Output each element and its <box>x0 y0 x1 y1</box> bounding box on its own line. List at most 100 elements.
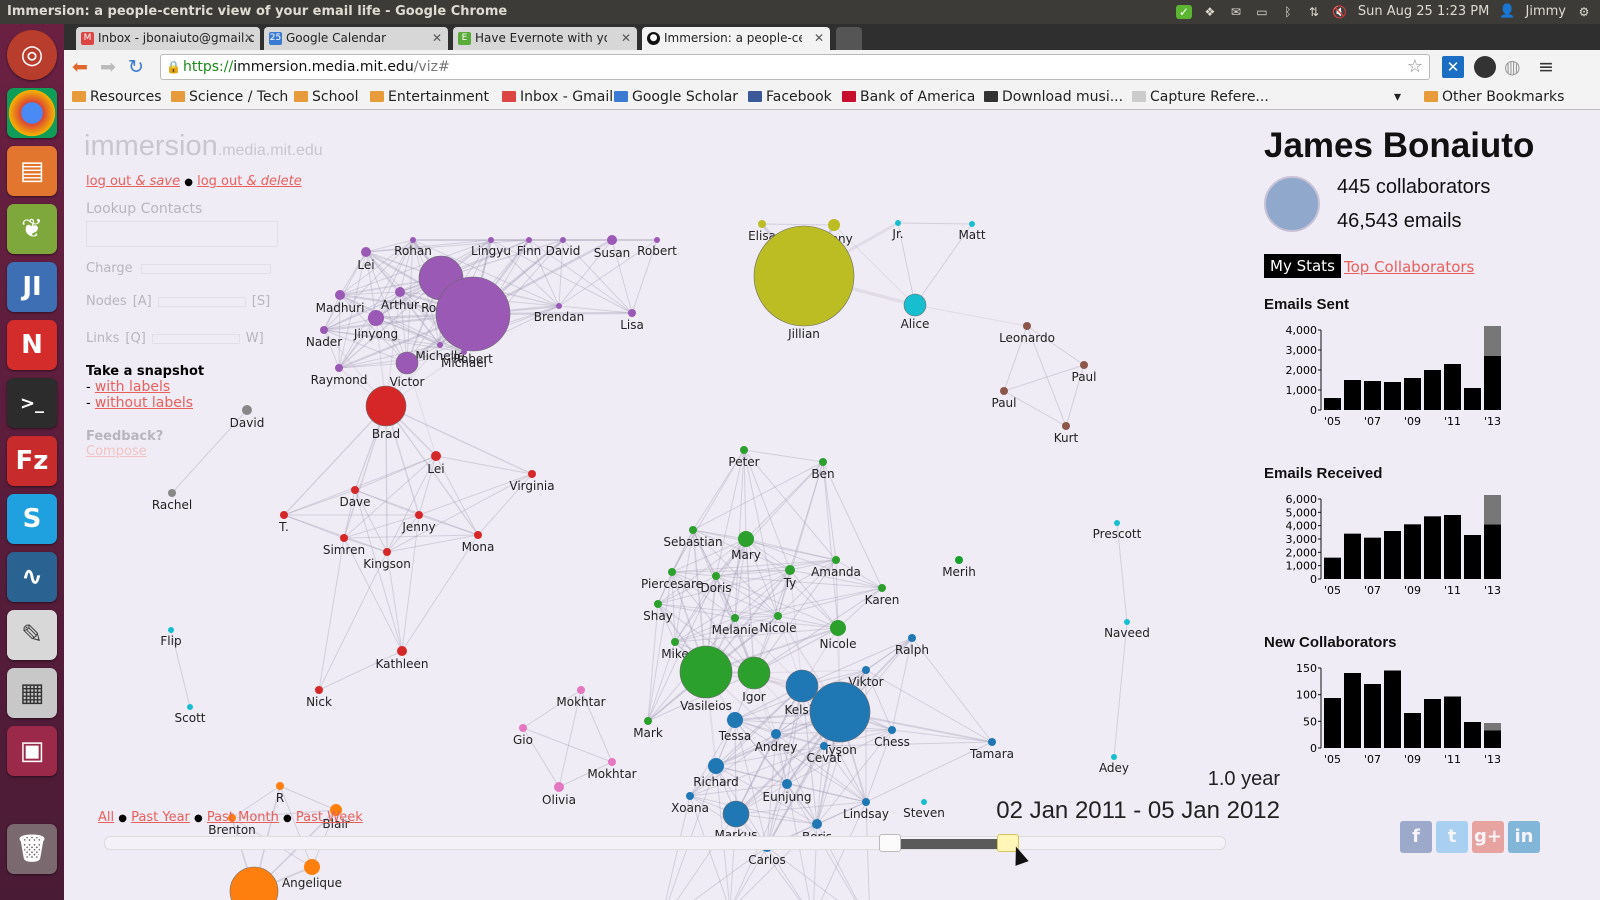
snapshot-with-labels-link[interactable]: with labels <box>95 379 170 395</box>
bar[interactable] <box>1424 370 1441 410</box>
bookmark-facebook[interactable]: Facebook <box>748 87 832 107</box>
tab-evernote[interactable]: E Have Evernote with you, a ✕ <box>453 27 637 50</box>
contact-node[interactable] <box>1111 754 1117 760</box>
mail-icon[interactable]: ✉ <box>1228 5 1244 19</box>
bar[interactable] <box>1404 524 1421 579</box>
close-icon[interactable]: ✕ <box>244 27 254 50</box>
contact-node[interactable] <box>689 526 697 534</box>
contact-node[interactable] <box>187 704 193 710</box>
contact-node[interactable] <box>1000 387 1008 395</box>
contact-node[interactable] <box>908 634 916 642</box>
bookmarks-overflow-icon[interactable]: ▾ <box>1394 87 1401 107</box>
other-bookmarks[interactable]: Other Bookmarks <box>1424 87 1564 107</box>
contact-node[interactable] <box>758 220 766 228</box>
bar[interactable] <box>1444 696 1461 749</box>
contact-node[interactable] <box>368 310 384 326</box>
contact-node[interactable] <box>437 342 443 348</box>
contact-node[interactable] <box>229 866 279 900</box>
contact-node[interactable] <box>556 303 562 309</box>
bar[interactable] <box>1364 684 1381 748</box>
new-tab-button[interactable] <box>836 27 862 50</box>
contact-node[interactable] <box>304 859 320 875</box>
contact-node[interactable] <box>415 511 423 519</box>
contact-node[interactable] <box>320 326 328 334</box>
contact-node[interactable] <box>488 237 494 243</box>
contact-node[interactable] <box>738 531 754 547</box>
contact-node[interactable] <box>862 798 870 806</box>
bookmark-bank-of-america[interactable]: Bank of America <box>842 87 975 107</box>
update-check-icon[interactable]: ✓ <box>1175 5 1192 19</box>
contact-node[interactable] <box>686 792 694 800</box>
text-editor-icon[interactable]: ✎ <box>7 610 57 660</box>
bar[interactable] <box>1464 722 1481 748</box>
contact-node[interactable] <box>753 225 855 327</box>
intellij-icon[interactable]: JI <box>7 262 57 312</box>
bar[interactable] <box>1484 356 1501 410</box>
bar[interactable] <box>1444 364 1461 410</box>
contact-node[interactable] <box>809 681 871 743</box>
range-past-week-link[interactable]: Past Week <box>296 810 363 825</box>
bar[interactable] <box>1484 524 1501 579</box>
system-monitor-icon[interactable]: ∿ <box>7 552 57 602</box>
contact-node[interactable] <box>862 666 870 674</box>
contact-node[interactable] <box>276 782 284 790</box>
my-stats-button[interactable]: My Stats <box>1264 254 1341 278</box>
contact-node[interactable] <box>554 782 564 792</box>
contact-node[interactable] <box>921 799 927 805</box>
contact-node[interactable] <box>383 548 391 556</box>
contact-node[interactable] <box>785 565 795 575</box>
contact-node[interactable] <box>315 686 323 694</box>
bluetooth-icon[interactable]: ᛒ <box>1280 5 1296 19</box>
contact-node[interactable] <box>740 446 748 454</box>
contact-node[interactable] <box>395 287 405 297</box>
bar[interactable] <box>1384 531 1401 579</box>
bar[interactable] <box>1364 537 1381 579</box>
bar[interactable] <box>1344 673 1361 748</box>
bookmark-download-musi[interactable]: Download musi... <box>984 87 1123 107</box>
bookmark-google-scholar[interactable]: Google Scholar <box>614 87 738 107</box>
top-collaborators-link[interactable]: Top Collaborators <box>1344 258 1474 276</box>
tab-gmail[interactable]: M Inbox - jbonaiuto@gmail.c ✕ <box>76 27 260 50</box>
extension-globe-icon[interactable]: ◍ <box>1504 56 1521 78</box>
contact-node[interactable] <box>608 758 616 766</box>
bar[interactable] <box>1324 398 1341 410</box>
bar[interactable] <box>1344 533 1361 579</box>
contact-node[interactable] <box>577 686 585 694</box>
netflix-icon[interactable]: N <box>7 320 57 370</box>
contact-node[interactable] <box>168 489 176 497</box>
contact-node[interactable] <box>988 738 996 746</box>
links-slider[interactable] <box>151 333 240 344</box>
slider-start-handle[interactable] <box>879 834 902 852</box>
chrome-icon[interactable] <box>7 88 57 138</box>
time-range-slider[interactable] <box>104 834 1226 852</box>
terminal-icon[interactable]: >_ <box>7 378 57 428</box>
contact-node[interactable] <box>168 627 174 633</box>
bar-projected[interactable] <box>1484 326 1501 356</box>
contact-node[interactable] <box>351 486 359 494</box>
tab-immersion[interactable]: ● Immersion: a people-cent ✕ <box>642 27 830 50</box>
user-name[interactable]: Jimmy <box>1526 0 1566 24</box>
contact-node[interactable] <box>628 309 636 317</box>
contact-node[interactable] <box>395 351 419 375</box>
bookmark-science-tech[interactable]: Science / Tech <box>171 87 288 107</box>
reload-icon[interactable]: ↻ <box>128 56 144 78</box>
range-past-month-link[interactable]: Past Month <box>207 810 279 825</box>
range-past-year-link[interactable]: Past Year <box>131 810 190 825</box>
contact-node[interactable] <box>1080 361 1088 369</box>
bar[interactable] <box>1464 388 1481 410</box>
contact-node[interactable] <box>431 451 441 461</box>
back-arrow-icon[interactable]: ⬅ <box>72 56 88 78</box>
contact-node[interactable] <box>361 247 371 257</box>
facebook-icon[interactable]: f <box>1400 821 1432 853</box>
contact-node[interactable] <box>671 638 679 646</box>
close-icon[interactable]: ✕ <box>814 27 824 50</box>
logout-save-link[interactable]: log out & save <box>86 174 180 189</box>
compose-link[interactable]: Compose <box>86 444 302 459</box>
contact-node[interactable] <box>727 712 743 728</box>
logout-delete-link[interactable]: log out & delete <box>197 174 302 189</box>
contact-node[interactable] <box>644 717 652 725</box>
skype-icon[interactable]: S <box>7 494 57 544</box>
extension-off-icon[interactable] <box>1474 56 1496 78</box>
eclipse-icon[interactable]: ❦ <box>7 204 57 254</box>
contact-node[interactable] <box>668 568 676 576</box>
